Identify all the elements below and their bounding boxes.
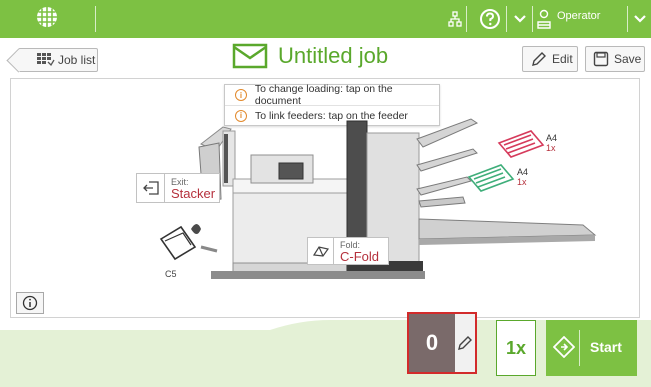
exit-value: Stacker xyxy=(171,186,216,201)
counter-value: 0 xyxy=(409,314,455,372)
divider xyxy=(532,6,533,32)
job-list-button[interactable]: Job list xyxy=(18,48,98,72)
help-icon[interactable] xyxy=(479,8,501,30)
job-title-area: Untitled job xyxy=(232,43,388,69)
machine-panel: i To change loading: tap on the document… xyxy=(10,78,640,318)
chevron-down-icon[interactable] xyxy=(513,8,527,30)
fold-icon xyxy=(308,238,334,264)
start-diamond-icon xyxy=(553,336,575,358)
info-icon xyxy=(22,295,38,311)
job-list-label: Job list xyxy=(58,53,96,67)
feeder-1-label: A4 1x xyxy=(546,133,557,153)
pencil-icon xyxy=(531,51,547,67)
feeder-document-2[interactable] xyxy=(467,164,515,192)
folder-inserter-machine[interactable] xyxy=(11,79,641,319)
start-label: Start xyxy=(590,339,622,355)
chevron-down-icon[interactable] xyxy=(633,8,647,30)
save-button[interactable]: Save xyxy=(585,46,645,72)
feeder-2-label: A4 1x xyxy=(517,167,528,187)
feeder-1-count: 1x xyxy=(546,143,556,153)
edit-button[interactable]: Edit xyxy=(522,46,578,72)
divider xyxy=(579,330,580,366)
counter-edit-button[interactable] xyxy=(455,314,475,372)
feeder-document-1[interactable] xyxy=(497,130,545,158)
job-grid-icon xyxy=(37,53,55,67)
info-button[interactable] xyxy=(16,292,44,314)
exit-label-box[interactable]: Exit: Stacker xyxy=(136,173,220,203)
network-icon[interactable] xyxy=(448,8,462,30)
feeder-2-count: 1x xyxy=(517,177,527,187)
edit-label: Edit xyxy=(552,52,573,66)
fold-value: C-Fold xyxy=(340,249,380,264)
top-bar: Operator xyxy=(0,0,651,38)
page-title: Untitled job xyxy=(278,43,389,68)
exit-icon xyxy=(137,174,165,202)
feeder-1-size: A4 xyxy=(546,133,558,143)
exit-text: Exit: Stacker xyxy=(165,177,216,201)
home-logo-button[interactable] xyxy=(16,3,78,35)
feeder-2-size: A4 xyxy=(517,167,529,177)
globe-grid-icon xyxy=(35,5,59,34)
divider xyxy=(506,6,507,32)
operator-icon[interactable] xyxy=(537,8,551,30)
save-label: Save xyxy=(614,52,642,66)
pencil-icon xyxy=(458,336,472,350)
fold-text: Fold: C-Fold xyxy=(334,240,380,264)
fold-label-box[interactable]: Fold: C-Fold xyxy=(307,237,389,265)
job-bar: Job list Untitled job Edit Save xyxy=(0,38,651,78)
envelope-label: C5 xyxy=(165,269,177,279)
save-icon xyxy=(593,51,609,67)
user-name[interactable]: Operator xyxy=(557,10,600,22)
start-button[interactable]: Start xyxy=(546,320,637,376)
divider xyxy=(627,6,628,32)
counter-box[interactable]: 0 xyxy=(407,312,477,374)
divider xyxy=(95,6,96,32)
envelope-icon xyxy=(232,43,268,69)
divider xyxy=(466,6,467,32)
multiplier-button[interactable]: 1x xyxy=(496,320,536,376)
